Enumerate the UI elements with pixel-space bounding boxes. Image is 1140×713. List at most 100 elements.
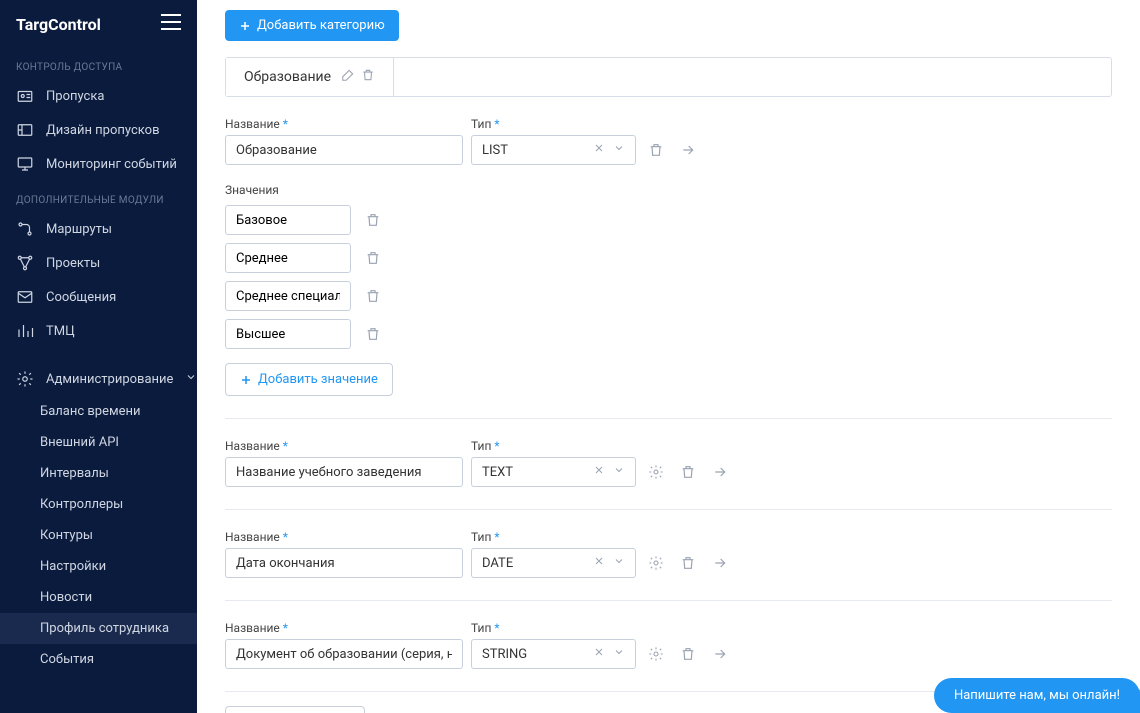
nav-time-balance[interactable]: Баланс времени [0,396,197,427]
nav-news[interactable]: Новости [0,582,197,613]
nav-external-api[interactable]: Внешний API [0,427,197,458]
delete-value-button[interactable] [361,284,385,308]
move-field-button[interactable] [708,460,732,484]
type-label: Тип * [471,439,636,453]
edit-icon[interactable] [341,68,355,86]
nav-label: Новости [40,590,92,605]
nav-label: События [40,652,94,667]
move-field-button[interactable] [708,551,732,575]
delete-value-button[interactable] [361,246,385,270]
values-label: Значения [225,183,1112,197]
nav-controllers[interactable]: Контроллеры [0,489,197,520]
nav-label: Администрирование [46,372,173,387]
nav-messages[interactable]: Сообщения [0,280,197,314]
sidebar-header: TargControl [0,0,197,48]
chat-text: Напишите нам, мы онлайн! [954,688,1120,703]
nav-employee-profile[interactable]: Профиль сотрудника [0,613,197,644]
type-label: Тип * [471,117,636,131]
tab-education[interactable]: Образование [226,58,394,96]
field-name-input[interactable] [225,135,463,165]
nav-pass-design[interactable]: Дизайн пропусков [0,113,197,147]
admin-subnav: Баланс времени Внешний API Интервалы Кон… [0,396,197,675]
field-type-select[interactable]: STRING [471,639,636,669]
nav-tmc[interactable]: ТМЦ [0,314,197,348]
move-field-button[interactable] [708,642,732,666]
chevron-down-icon [613,646,625,662]
design-icon [16,121,34,139]
nav-label: Баланс времени [40,404,141,419]
add-category-button[interactable]: Добавить категорию [225,10,399,41]
delete-field-button[interactable] [676,551,700,575]
value-input[interactable] [225,205,351,235]
logo: TargControl [16,15,101,34]
delete-field-button[interactable] [676,460,700,484]
value-row [225,205,1112,235]
nav-label: Сообщения [46,290,116,305]
nav-routes[interactable]: Маршруты [0,212,197,246]
nav-events[interactable]: События [0,644,197,675]
nav-label: Дизайн пропусков [46,123,160,138]
clear-icon[interactable] [593,142,605,158]
value-row [225,319,1112,349]
nav-label: Настройки [40,559,106,574]
field-type-select[interactable]: LIST [471,135,636,165]
name-label: Название * [225,439,463,453]
value-row [225,281,1112,311]
nav-settings[interactable]: Настройки [0,551,197,582]
main-content: Добавить категорию Образование Название … [197,0,1140,713]
nav-label: Профиль сотрудника [40,621,169,636]
stats-icon [16,322,34,340]
field-name-input[interactable] [225,548,463,578]
field-row: Название * Тип * TEXT [225,439,1112,487]
button-label: Добавить значение [258,372,378,387]
value-input[interactable] [225,319,351,349]
gear-icon [16,370,34,388]
sidebar: TargControl КОНТРОЛЬ ДОСТУПА Пропуска Ди… [0,0,197,713]
value-input[interactable] [225,281,351,311]
name-label: Название * [225,530,463,544]
select-value: LIST [482,143,508,158]
move-field-button[interactable] [676,138,700,162]
nav-label: Пропуска [46,89,104,104]
delete-value-button[interactable] [361,208,385,232]
field-row: Название * Тип * LIST [225,117,1112,165]
settings-field-button[interactable] [644,460,668,484]
nav-contours[interactable]: Контуры [0,520,197,551]
trash-icon[interactable] [361,68,375,86]
type-label: Тип * [471,621,636,635]
field-row: Название * Тип * STRING [225,621,1112,669]
clear-icon[interactable] [593,555,605,571]
clear-icon[interactable] [593,464,605,480]
add-field-button[interactable]: Добавить поле [225,706,365,713]
field-name-input[interactable] [225,639,463,669]
section-modules-label: ДОПОЛНИТЕЛЬНЫЕ МОДУЛИ [0,181,197,212]
monitor-icon [16,155,34,173]
value-input[interactable] [225,243,351,273]
nav-label: Проекты [46,256,100,271]
settings-field-button[interactable] [644,551,668,575]
delete-field-button[interactable] [644,138,668,162]
nav-projects[interactable]: Проекты [0,246,197,280]
nav-passes[interactable]: Пропуска [0,79,197,113]
projects-icon [16,254,34,272]
add-value-button[interactable]: Добавить значение [225,363,393,396]
nav-monitoring[interactable]: Мониторинг событий [0,147,197,181]
hamburger-icon[interactable] [161,14,181,34]
delete-field-button[interactable] [676,642,700,666]
nav-label: Внешний API [40,435,119,450]
chevron-down-icon [613,464,625,480]
type-label: Тип * [471,530,636,544]
chat-widget[interactable]: Напишите нам, мы онлайн! [934,678,1140,713]
field-type-select[interactable]: TEXT [471,457,636,487]
routes-icon [16,220,34,238]
clear-icon[interactable] [593,646,605,662]
nav-admin[interactable]: Администрирование [0,362,197,396]
divider [225,509,1112,510]
field-name-input[interactable] [225,457,463,487]
field-row: Название * Тип * DATE [225,530,1112,578]
settings-field-button[interactable] [644,642,668,666]
chevron-down-icon [613,555,625,571]
nav-intervals[interactable]: Интервалы [0,458,197,489]
field-type-select[interactable]: DATE [471,548,636,578]
delete-value-button[interactable] [361,322,385,346]
